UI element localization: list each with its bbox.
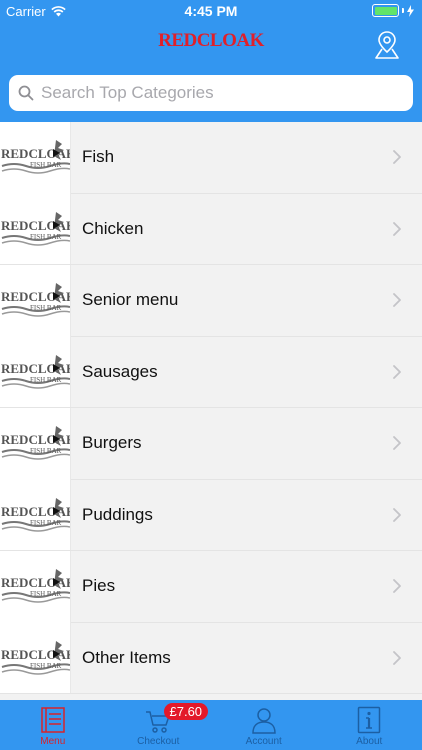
category-row[interactable]: REDCLOAK FISH BAR Pies (0, 550, 422, 623)
category-row[interactable]: REDCLOAK FISH BAR Other Items (0, 622, 422, 694)
category-row[interactable]: REDCLOAK FISH BAR Fish (0, 122, 422, 194)
chevron-right-icon (393, 293, 401, 308)
category-thumbnail: REDCLOAK FISH BAR (0, 407, 71, 479)
navigation-bar: REDCLOAK (0, 22, 422, 70)
cart-total-badge: £7.60 (163, 703, 209, 720)
charging-icon (407, 4, 414, 17)
status-bar: Carrier 4:45 PM (0, 0, 422, 22)
redcloak-logo-image: REDCLOAKFISH BAR (1, 569, 70, 603)
category-list: REDCLOAK FISH BAR Fish REDCLOAK FISH BAR Chic… (0, 122, 422, 700)
tab-checkout[interactable]: £7.60 Checkout (106, 700, 212, 750)
tab-menu-label: Menu (40, 736, 66, 747)
tab-bar: Menu £7.60 Checkout Account About (0, 700, 422, 750)
category-thumbnail: REDCLOAK FISH BAR (0, 193, 71, 265)
chevron-right-icon (393, 221, 401, 236)
category-row[interactable]: REDCLOAK FISH BAR Puddings (0, 479, 422, 551)
category-label: Senior menu (82, 290, 179, 310)
category-row[interactable]: REDCLOAK FISH BAR Senior menu (0, 264, 422, 337)
redcloak-logo-image: REDCLOAKFISH BAR (1, 640, 70, 675)
category-thumbnail: REDCLOAK FISH BAR (0, 336, 71, 408)
chevron-right-icon (393, 579, 401, 594)
category-thumbnail: REDCLOAK FISH BAR (0, 622, 71, 694)
battery-icon (372, 4, 399, 17)
search-input[interactable] (41, 83, 401, 103)
chevron-right-icon (393, 507, 401, 522)
category-thumbnail: REDCLOAK FISH BAR (0, 264, 71, 336)
info-icon (358, 706, 381, 734)
category-label: Chicken (82, 218, 144, 238)
category-thumbnail: REDCLOAK FISH BAR (0, 550, 71, 622)
location-pin-icon[interactable] (373, 30, 401, 60)
logo-subtext: FISH BAR (30, 519, 62, 527)
logo-subtext: FISH BAR (30, 304, 62, 312)
chevron-right-icon (393, 150, 401, 165)
tab-about[interactable]: About (317, 700, 422, 750)
logo-subtext: FISH BAR (30, 447, 62, 455)
tab-account-label: Account (245, 736, 282, 747)
redcloak-logo-image: REDCLOAKFISH BAR (1, 426, 70, 460)
category-row[interactable]: REDCLOAK FISH BAR Burgers (0, 407, 422, 480)
category-thumbnail: REDCLOAK FISH BAR (0, 122, 71, 193)
chevron-right-icon (393, 364, 401, 379)
redcloak-logo-image: REDCLOAKFISH BAR (1, 140, 70, 174)
app-header: Carrier 4:45 PM REDCLOAK (0, 0, 422, 122)
category-thumbnail: REDCLOAK FISH BAR (0, 479, 71, 551)
tab-about-label: About (356, 736, 383, 747)
tab-menu[interactable]: Menu (0, 700, 106, 750)
tab-account[interactable]: Account (211, 700, 317, 750)
chevron-right-icon (393, 650, 401, 665)
person-icon (251, 708, 276, 734)
logo-subtext: FISH BAR (30, 161, 62, 169)
status-time: 4:45 PM (184, 3, 238, 19)
category-label: Pies (82, 576, 116, 596)
logo-subtext: FISH BAR (30, 233, 62, 241)
redcloak-logo-image: REDCLOAKFISH BAR (1, 211, 70, 246)
category-label: Burgers (82, 433, 142, 453)
logo-subtext: FISH BAR (30, 662, 62, 670)
redcloak-logo-image: REDCLOAKFISH BAR (1, 497, 70, 532)
category-label: Sausages (82, 361, 158, 381)
category-row[interactable]: REDCLOAK FISH BAR Chicken (0, 193, 422, 265)
tab-checkout-label: Checkout (137, 736, 180, 747)
redcloak-logo-image: REDCLOAKFISH BAR (1, 354, 70, 389)
brand-logo: REDCLOAK (158, 30, 264, 51)
category-label: Puddings (82, 504, 153, 524)
search-icon (18, 85, 34, 101)
search-bar[interactable] (9, 75, 413, 111)
redcloak-logo-image: REDCLOAKFISH BAR (1, 283, 70, 317)
chevron-right-icon (393, 436, 401, 451)
category-label: Other Items (82, 647, 171, 667)
logo-subtext: FISH BAR (30, 376, 62, 384)
category-label: Fish (82, 147, 115, 167)
menu-book-icon (41, 707, 65, 733)
category-row[interactable]: REDCLOAK FISH BAR Sausages (0, 336, 422, 408)
logo-subtext: FISH BAR (30, 590, 62, 598)
